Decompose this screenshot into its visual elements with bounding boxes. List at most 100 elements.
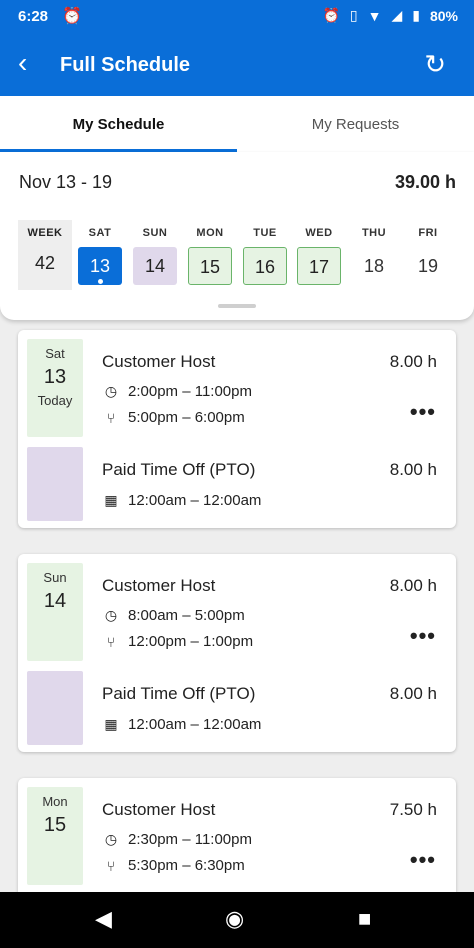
week-total-hours: 39.00 h bbox=[394, 172, 456, 192]
date-tile-dow: Sun bbox=[43, 570, 67, 585]
refresh-icon[interactable]: ↻ bbox=[424, 51, 446, 77]
meal-time: 5:30pm – 6:30pm bbox=[128, 857, 245, 874]
week-summary-card: Nov 13 - 19 39.00 h WEEK 42 SAT 13 SUN 1… bbox=[0, 152, 474, 320]
nav-home-icon[interactable]: ◉ bbox=[225, 906, 244, 932]
day-label: SUN bbox=[142, 227, 168, 239]
nav-recents-icon[interactable]: ■ bbox=[358, 906, 371, 932]
meal-time: 12:00pm – 1:00pm bbox=[128, 633, 254, 650]
day-label: WED bbox=[305, 227, 333, 239]
tab-bar: My Schedule My Requests bbox=[0, 96, 474, 153]
shift-time: 8:00am – 5:00pm bbox=[128, 607, 245, 624]
date-tile-dow: Mon bbox=[42, 794, 68, 809]
shift-title: Customer Host bbox=[102, 352, 216, 371]
shift-time-row: ◷ 2:30pm – 11:00pm bbox=[102, 831, 252, 848]
tab-my-schedule[interactable]: My Schedule bbox=[0, 96, 237, 152]
system-nav-bar: ◀ ◉ ■ bbox=[0, 892, 474, 948]
meal-time-row: ⑂ 5:30pm – 6:30pm bbox=[102, 857, 245, 874]
week-range: Nov 13 - 19 bbox=[19, 172, 113, 192]
calendar-icon: ▦ bbox=[104, 716, 118, 732]
pto-time-row: ▦ 12:00am – 12:00am bbox=[102, 716, 261, 733]
week-label: WEEK bbox=[27, 227, 63, 239]
fork-knife-icon: ⑂ bbox=[106, 409, 116, 426]
more-options-icon[interactable]: ••• bbox=[410, 399, 436, 425]
status-time: 6:28 bbox=[18, 8, 49, 25]
day-card-sun: Sun 14 Customer Host 8.00 h ◷ 8:00am – 5… bbox=[18, 554, 456, 752]
shift-time: 2:30pm – 11:00pm bbox=[128, 831, 252, 848]
date-tile: Sun 14 bbox=[27, 563, 83, 661]
alarm-icon: ⏰ bbox=[62, 8, 82, 25]
battery-icon: ▮ bbox=[412, 7, 420, 23]
pto-time: 12:00am – 12:00am bbox=[128, 716, 262, 733]
day-number: 15 bbox=[188, 247, 232, 285]
day-label: THU bbox=[361, 227, 387, 239]
day-thu[interactable]: THU 18 bbox=[351, 220, 397, 285]
date-tile-day: 15 bbox=[43, 814, 67, 836]
date-tile: Mon 15 bbox=[27, 787, 83, 885]
shift-hours: 7.50 h bbox=[389, 800, 437, 819]
status-icons: ⏰ ▯ ▼ ◢ ▮ 80% bbox=[322, 7, 458, 24]
day-label: MON bbox=[196, 227, 224, 239]
day-sat[interactable]: SAT 13 bbox=[77, 220, 123, 285]
day-label: FRI bbox=[418, 227, 438, 239]
fork-knife-icon: ⑂ bbox=[106, 857, 116, 874]
shift-hours: 8.00 h bbox=[389, 352, 437, 371]
nav-back-icon[interactable]: ◀ bbox=[95, 906, 112, 932]
page-title: Full Schedule bbox=[60, 54, 191, 76]
day-number: 16 bbox=[243, 247, 287, 285]
calendar-icon: ▦ bbox=[104, 492, 118, 508]
pto-hours: 8.00 h bbox=[389, 684, 437, 703]
clock-icon: ◷ bbox=[104, 831, 118, 847]
date-tile-day: 14 bbox=[43, 590, 67, 612]
day-number: 14 bbox=[133, 247, 177, 285]
alarm-icon: ⏰ bbox=[322, 7, 340, 23]
today-indicator-dot bbox=[98, 279, 103, 284]
shift-time: 2:00pm – 11:00pm bbox=[128, 383, 252, 400]
day-tue[interactable]: TUE 16 bbox=[242, 220, 288, 285]
drag-handle[interactable] bbox=[218, 304, 256, 308]
day-wed[interactable]: WED 17 bbox=[296, 220, 342, 285]
battery-percent: 80% bbox=[429, 7, 458, 24]
fork-knife-icon: ⑂ bbox=[106, 633, 116, 650]
week-number: 42 bbox=[34, 253, 56, 273]
shift-hours: 8.00 h bbox=[389, 576, 437, 595]
day-card-mon: Mon 15 Customer Host 7.50 h ◷ 2:30pm – 1… bbox=[18, 778, 456, 908]
meal-time-row: ⑂ 5:00pm – 6:00pm bbox=[102, 409, 245, 426]
day-mon[interactable]: MON 15 bbox=[187, 220, 233, 285]
status-bar: 6:28 ⏰ ⏰ ▯ ▼ ◢ ▮ 80% bbox=[0, 0, 474, 34]
app-bar: ‹ Full Schedule ↻ bbox=[0, 34, 474, 96]
date-tile-day: 13 bbox=[43, 366, 67, 388]
shift-title: Customer Host bbox=[102, 576, 216, 595]
pto-time-row: ▦ 12:00am – 12:00am bbox=[102, 492, 261, 509]
date-tile: Sat 13 Today bbox=[27, 339, 83, 437]
pto-hours: 8.00 h bbox=[389, 460, 437, 479]
shift-title: Customer Host bbox=[102, 800, 216, 819]
shift-time-row: ◷ 2:00pm – 11:00pm bbox=[102, 383, 252, 400]
back-chevron-icon[interactable]: ‹ bbox=[18, 49, 27, 77]
meal-time-row: ⑂ 12:00pm – 1:00pm bbox=[102, 633, 253, 650]
today-label: Today bbox=[37, 393, 73, 408]
pto-tile bbox=[27, 447, 83, 521]
tab-my-requests[interactable]: My Requests bbox=[237, 96, 474, 152]
day-number: 19 bbox=[417, 256, 439, 276]
day-number: 18 bbox=[363, 256, 385, 276]
more-options-icon[interactable]: ••• bbox=[410, 623, 436, 649]
pto-title: Paid Time Off (PTO) bbox=[102, 460, 256, 479]
week-day-strip: WEEK 42 SAT 13 SUN 14 MON 15 TUE 16 WED … bbox=[18, 220, 458, 292]
day-sun[interactable]: SUN 14 bbox=[132, 220, 178, 285]
day-number: 17 bbox=[297, 247, 341, 285]
shift-time-row: ◷ 8:00am – 5:00pm bbox=[102, 607, 245, 624]
signal-icon: ◢ bbox=[391, 7, 403, 23]
meal-time: 5:00pm – 6:00pm bbox=[128, 409, 245, 426]
wifi-icon: ▼ bbox=[367, 7, 382, 24]
day-card-sat: Sat 13 Today Customer Host 8.00 h ◷ 2:00… bbox=[18, 330, 456, 528]
more-options-icon[interactable]: ••• bbox=[410, 847, 436, 873]
day-label: SAT bbox=[88, 227, 112, 239]
pto-tile bbox=[27, 671, 83, 745]
pto-title: Paid Time Off (PTO) bbox=[102, 684, 256, 703]
week-number-box: WEEK 42 bbox=[18, 220, 72, 290]
day-fri[interactable]: FRI 19 bbox=[405, 220, 451, 285]
clock-icon: ◷ bbox=[104, 607, 118, 623]
date-tile-dow: Sat bbox=[45, 346, 65, 361]
pto-time: 12:00am – 12:00am bbox=[128, 492, 262, 509]
vibrate-icon: ▯ bbox=[349, 7, 358, 23]
